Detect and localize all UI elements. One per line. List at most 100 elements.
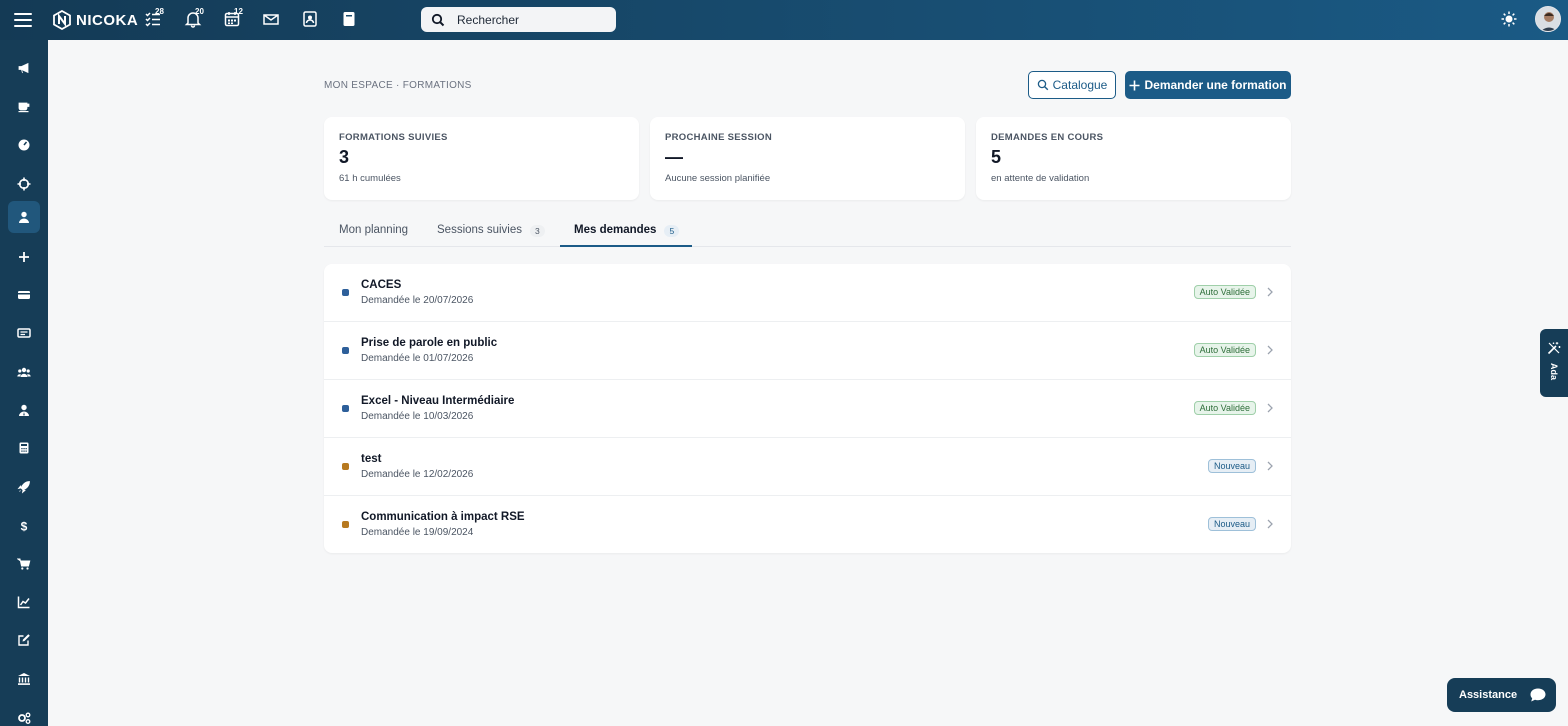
- gauge-icon[interactable]: [8, 129, 40, 161]
- request-title: Excel - Niveau Intermédiaire: [361, 395, 515, 407]
- theme-toggle-icon[interactable]: [1500, 10, 1518, 28]
- stat-value: 3: [339, 147, 350, 167]
- list-item[interactable]: CACES Demandée le 20/07/2026 Auto Validé…: [324, 264, 1291, 322]
- status-badge: Auto Validée: [1193, 285, 1256, 299]
- chevron-right-icon: [1267, 461, 1273, 471]
- tab-count: 3: [530, 225, 545, 237]
- ada-panel-toggle[interactable]: Ada: [1540, 329, 1568, 397]
- request-training-button[interactable]: Demander une formation: [1125, 71, 1291, 99]
- top-bar: NICOKA 28 20 12 Rechercher: [0, 0, 1568, 40]
- megaphone-icon[interactable]: [8, 52, 40, 84]
- assistance-button[interactable]: Assistance: [1447, 678, 1556, 712]
- request-title: Prise de parole en public: [361, 337, 498, 349]
- svg-text:$: $: [21, 520, 28, 534]
- magic-wand-icon: [1547, 342, 1561, 355]
- status-badge: Auto Validée: [1193, 343, 1256, 357]
- status-dot: [342, 405, 349, 412]
- status-dot: [342, 347, 349, 354]
- chevron-right-icon: [1267, 519, 1273, 529]
- ada-label: Ada: [1549, 363, 1559, 381]
- assistance-label: Assistance: [1459, 689, 1518, 701]
- catalogue-label: Catalogue: [1052, 78, 1108, 92]
- list-item[interactable]: test Demandée le 12/02/2026 Nouveau: [324, 438, 1291, 496]
- bank-icon[interactable]: [8, 663, 40, 695]
- logo-text: NICOKA: [76, 11, 139, 29]
- stat-value: 5: [991, 147, 1002, 167]
- search-placeholder: Rechercher: [457, 12, 520, 27]
- tasks-icon[interactable]: 28: [144, 7, 164, 30]
- request-date: Demandée le 19/09/2024: [361, 527, 474, 538]
- stat-label: PROCHAINE SESSION: [665, 132, 772, 143]
- stat-sub: en attente de validation: [991, 173, 1090, 184]
- edit-icon[interactable]: [8, 624, 40, 656]
- list-item[interactable]: Excel - Niveau Intermédiaire Demandée le…: [324, 380, 1291, 438]
- card-icon[interactable]: [8, 279, 40, 311]
- status-badge: Nouveau: [1207, 517, 1256, 531]
- catalogue-button[interactable]: Catalogue: [1028, 71, 1116, 99]
- status-dot: [342, 289, 349, 296]
- request-training-label: Demander une formation: [1144, 78, 1287, 92]
- id-card-icon[interactable]: [8, 317, 40, 349]
- request-date: Demandée le 20/07/2026: [361, 295, 474, 306]
- bell-icon[interactable]: 20: [184, 7, 204, 30]
- tab-mes-demandes[interactable]: Mes demandes 5: [560, 218, 692, 247]
- menu-icon[interactable]: [14, 11, 32, 29]
- tab-count: 5: [664, 225, 680, 237]
- search-icon: [1037, 79, 1048, 91]
- cart-icon[interactable]: [8, 548, 40, 580]
- tab-label: Mes demandes: [574, 224, 657, 236]
- calendar-icon[interactable]: 12: [223, 7, 243, 30]
- tab-sessions-suivies[interactable]: Sessions suivies 3: [437, 218, 545, 247]
- plus-icon: [1129, 80, 1140, 90]
- plus-icon[interactable]: [8, 241, 40, 273]
- stat-card-next-session: PROCHAINE SESSION — Aucune session plani…: [650, 117, 965, 200]
- chevron-right-icon: [1267, 345, 1273, 355]
- rocket-icon[interactable]: [8, 471, 40, 503]
- request-date: Demandée le 01/07/2026: [361, 353, 474, 364]
- request-title: CACES: [361, 279, 402, 291]
- user-tie-icon[interactable]: [8, 394, 40, 426]
- chevron-right-icon: [1267, 287, 1273, 297]
- chat-bubble-icon: [1530, 688, 1546, 702]
- breadcrumb: MON ESPACE · FORMATIONS: [324, 80, 472, 91]
- chevron-right-icon: [1267, 403, 1273, 413]
- stat-card-pending-requests: DEMANDES EN COURS 5 en attente de valida…: [976, 117, 1291, 200]
- request-title: test: [361, 453, 382, 465]
- logo[interactable]: NICOKA: [52, 9, 138, 31]
- logo-mark-icon: [53, 10, 71, 30]
- user-icon[interactable]: [8, 201, 40, 233]
- notebook-icon[interactable]: [340, 10, 360, 30]
- request-title: Communication à impact RSE: [361, 511, 525, 523]
- avatar[interactable]: [1535, 6, 1561, 32]
- tab-label: Sessions suivies: [437, 224, 523, 236]
- chart-icon[interactable]: [8, 586, 40, 618]
- status-badge: Auto Validée: [1193, 401, 1256, 415]
- request-date: Demandée le 10/03/2026: [361, 411, 474, 422]
- status-dot: [342, 463, 349, 470]
- sidebar: $: [0, 40, 48, 726]
- tasks-badge: 28: [155, 7, 164, 16]
- mail-check-icon[interactable]: [262, 10, 282, 30]
- search-icon: [431, 13, 445, 26]
- calculator-icon[interactable]: [8, 432, 40, 464]
- coffee-icon[interactable]: [8, 90, 40, 122]
- list-item[interactable]: Communication à impact RSE Demandée le 1…: [324, 496, 1291, 553]
- status-badge: Nouveau: [1207, 459, 1256, 473]
- request-date: Demandée le 12/02/2026: [361, 469, 474, 480]
- stat-label: FORMATIONS SUIVIES: [339, 132, 448, 143]
- crosshair-icon[interactable]: [8, 168, 40, 200]
- search-input[interactable]: Rechercher: [421, 7, 616, 32]
- stat-label: DEMANDES EN COURS: [991, 132, 1104, 143]
- list-item[interactable]: Prise de parole en public Demandée le 01…: [324, 322, 1291, 380]
- users-icon[interactable]: [8, 356, 40, 388]
- calendar-badge: 12: [234, 7, 243, 16]
- stat-sub: Aucune session planifiée: [665, 173, 771, 184]
- contacts-icon[interactable]: [301, 10, 321, 30]
- tab-bar: Mon planning Sessions suivies 3 Mes dema…: [324, 218, 1291, 247]
- tab-mon-planning[interactable]: Mon planning: [339, 218, 408, 247]
- stat-value: —: [665, 147, 683, 167]
- tab-label: Mon planning: [339, 224, 409, 236]
- cogs-icon[interactable]: [8, 702, 40, 726]
- dollar-icon[interactable]: $: [8, 510, 40, 542]
- notifications-badge: 20: [195, 7, 204, 16]
